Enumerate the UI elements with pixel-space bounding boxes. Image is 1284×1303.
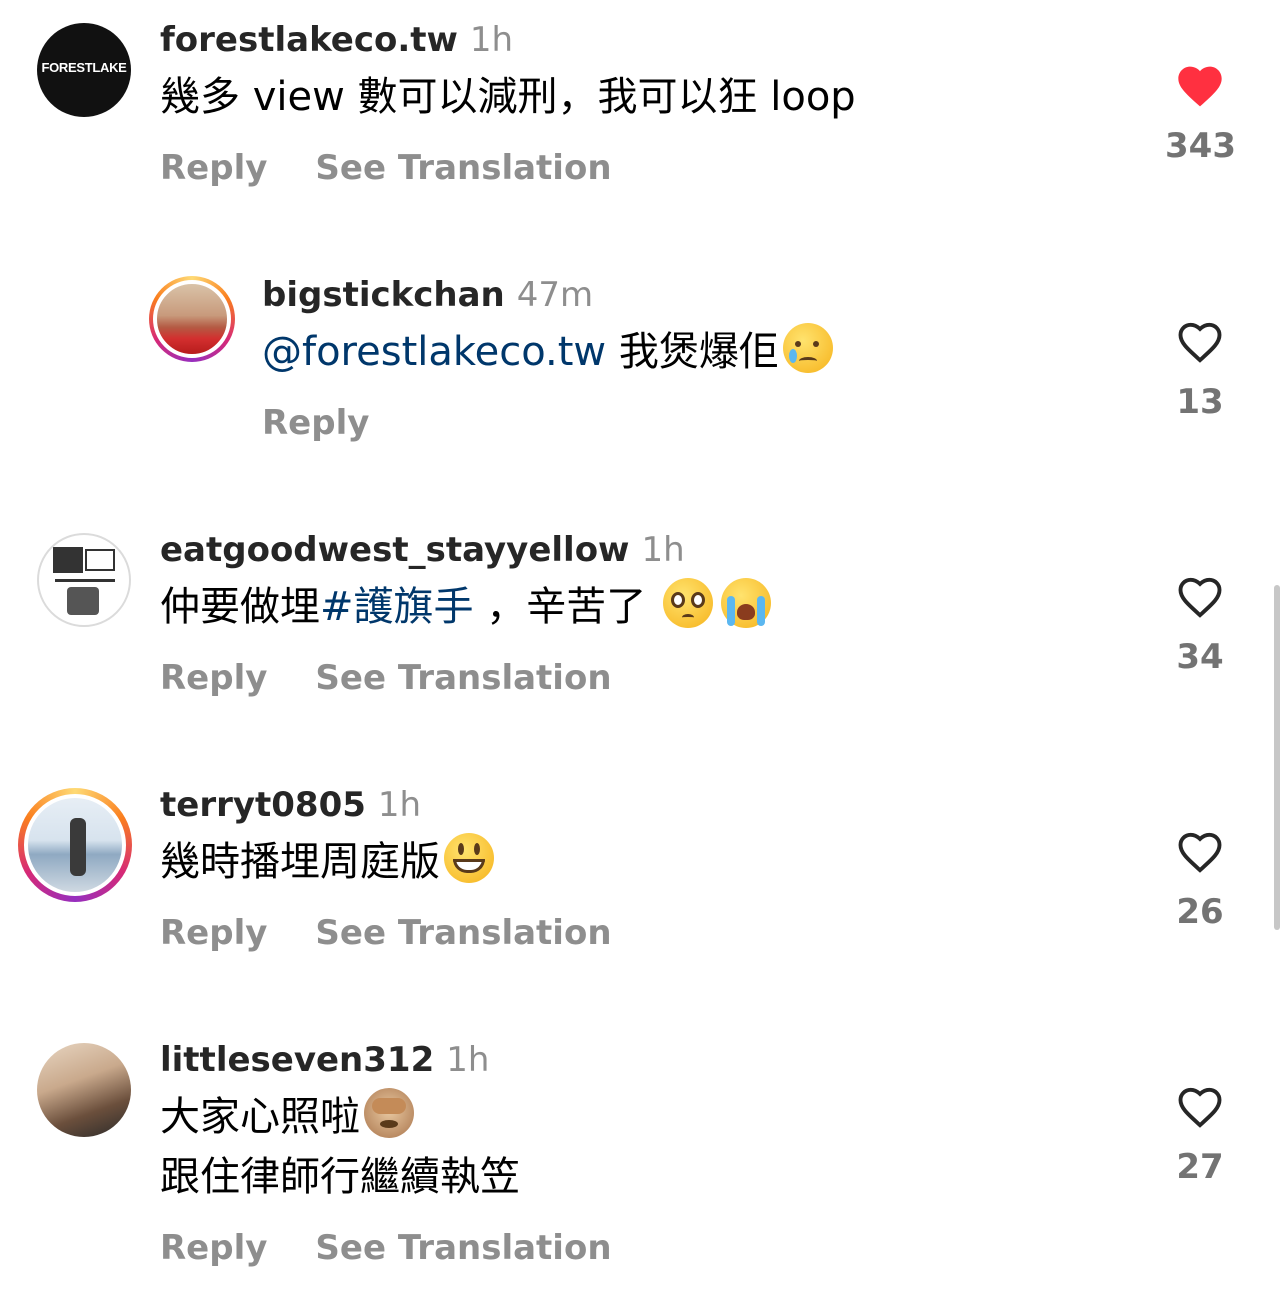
like-count: 26 [1176,892,1224,932]
see-translation-button[interactable]: See Translation [315,658,611,698]
like-area: 34 [1165,571,1235,677]
timestamp: 1h [641,530,685,570]
reply-button[interactable]: Reply [262,403,369,443]
comment-actions: Reply See Translation [160,658,660,698]
like-count: 34 [1176,637,1224,677]
standnews-logo-icon [53,547,83,573]
username-text[interactable]: bigstickchan [262,275,505,315]
timestamp: 1h [469,20,514,60]
like-count: 343 [1165,126,1236,166]
username-text[interactable]: forestlakeco.tw [160,20,458,60]
reply-button[interactable]: Reply [160,1228,267,1268]
comment-body-end: ，辛苦了 [473,584,647,630]
comment-actions: Reply See Translation [160,148,660,188]
comment-text: @forestlakeco.tw 我煲爆佢 [262,323,837,381]
comment-actions: Reply [262,403,417,443]
username[interactable]: terryt0805 1h [160,785,421,825]
see-translation-button[interactable]: See Translation [315,1228,611,1268]
comment-body: 幾時播埋周庭版 [160,839,440,885]
comment-actions: Reply See Translation [160,1228,660,1268]
timestamp: 47m [516,275,594,315]
see-translation-button[interactable]: See Translation [315,148,611,188]
heart-filled-icon[interactable] [1174,60,1226,108]
comment-text: 幾時播埋周庭版 [160,833,498,891]
comment-body: 我煲爆佢 [618,329,779,375]
comment-actions: Reply See Translation [160,913,660,953]
username[interactable]: littleseven312 1h [160,1040,489,1080]
username-text[interactable]: eatgoodwest_stayyellow [160,530,629,570]
username-text[interactable]: terryt0805 [160,785,366,825]
scrollbar[interactable] [1274,585,1280,930]
like-area: 27 [1165,1081,1235,1187]
comment-text: 幾多 view 數可以減刑，我可以狂 loop [160,74,856,120]
see-translation-button[interactable]: See Translation [315,913,611,953]
avatar[interactable] [149,276,235,362]
timestamp: 1h [377,785,422,825]
avatar[interactable] [37,533,131,627]
heart-outline-icon[interactable] [1174,1081,1226,1129]
avatar-logo-text: FORESTLAKE [41,60,127,75]
comment-body: 仲要做埋 [160,584,320,630]
comment-text: 大家心照啦 [160,1088,418,1146]
avatar[interactable] [18,788,132,902]
heart-outline-icon[interactable] [1174,316,1226,364]
grinning-face-emoji [444,833,494,883]
timestamp: 1h [446,1040,490,1080]
pleading-face-emoji [662,578,713,628]
avatar[interactable] [37,1043,131,1137]
like-area: 13 [1165,316,1235,422]
heart-outline-icon[interactable] [1174,571,1226,619]
like-count: 13 [1176,382,1224,422]
username[interactable]: forestlakeco.tw 1h [160,20,513,60]
heart-outline-icon[interactable] [1174,826,1226,874]
mention-link[interactable]: @forestlakeco.tw [262,329,606,375]
avatar[interactable]: FORESTLAKE [37,23,131,117]
like-count: 27 [1176,1147,1224,1187]
comment-text-line-2: 跟住律師行繼續執笠 [160,1154,520,1200]
see-no-evil-monkey-emoji [364,1088,414,1138]
reply-button[interactable]: Reply [160,913,267,953]
comment-text: 仲要做埋#護旗手 ，辛苦了 [160,578,775,636]
hashtag-link[interactable]: #護旗手 [320,584,474,630]
reply-button[interactable]: Reply [160,148,267,188]
username-text[interactable]: littleseven312 [160,1040,434,1080]
username[interactable]: bigstickchan 47m [262,275,593,315]
like-area: 26 [1165,826,1235,932]
username[interactable]: eatgoodwest_stayyellow 1h [160,530,685,570]
loudly-crying-face-emoji [720,578,771,628]
like-area: 343 [1165,60,1236,166]
comment-line-1: 大家心照啦 [160,1094,360,1140]
reply-button[interactable]: Reply [160,658,267,698]
crying-face-emoji [782,323,833,373]
